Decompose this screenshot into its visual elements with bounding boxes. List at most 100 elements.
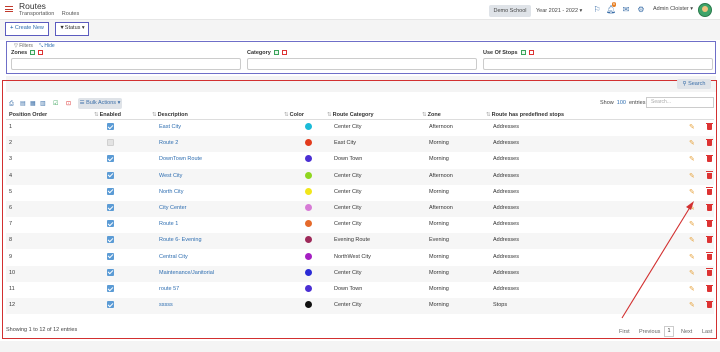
trash-icon[interactable] [706,219,713,228]
table-search-input[interactable]: Search... [646,97,714,108]
select-all-icon[interactable] [273,50,279,56]
description-link[interactable]: route 57 [159,286,179,293]
year-label: Year 2021 - 2022 [536,8,578,14]
bulk-actions-dropdown[interactable]: ☰ Bulk Actions ▾ [78,98,122,109]
description-link[interactable]: Central City [159,254,188,261]
edit-icon[interactable]: ✎ [689,139,695,147]
enabled-checkbox[interactable] [107,204,114,211]
column-header-stops[interactable]: ⇅Route has predefined stops [486,112,564,118]
color-swatch [305,268,312,276]
column-header-enabled[interactable]: ⇅Enabled [94,112,121,118]
zone-cell: Morning [429,286,449,292]
clear-icon[interactable] [281,50,287,56]
enabled-checkbox[interactable] [107,301,114,309]
avatar[interactable] [698,3,712,17]
edit-icon[interactable]: ✎ [689,285,695,293]
trash-icon[interactable] [706,187,713,195]
edit-icon[interactable]: ✎ [689,269,695,277]
enabled-checkbox[interactable] [107,171,114,179]
trash-icon[interactable] [706,268,713,276]
enabled-checkbox[interactable] [107,123,114,130]
description-link[interactable]: West City [159,173,182,180]
check-all-icon[interactable]: ☑ [53,101,59,107]
trash-icon[interactable] [706,138,713,147]
user-menu[interactable]: Admin Cloister ▾ [653,6,693,12]
trash-icon[interactable] [706,284,713,292]
csv-icon[interactable]: ▤ [20,101,26,107]
description-link[interactable]: City Center [159,205,187,212]
pagination-next[interactable]: Next [681,329,692,335]
edit-icon[interactable]: ✎ [689,253,695,261]
trash-icon[interactable] [706,122,713,130]
create-new-button[interactable]: + Create New [5,22,49,36]
enabled-checkbox[interactable] [107,285,114,292]
zones-select[interactable] [11,58,241,70]
column-header-color[interactable]: ⇅Color [284,112,304,118]
column-header-category[interactable]: ⇅Route Category [327,112,374,118]
trash-icon[interactable] [706,154,713,163]
description-link[interactable]: Maintenance/Janitorial [159,270,214,277]
select-all-icon[interactable] [520,50,526,56]
column-header-description[interactable]: ⇅Description [152,112,188,118]
pagination-previous[interactable]: Previous [639,329,660,335]
description-link[interactable]: Route 6- Evening [159,237,202,244]
enabled-checkbox[interactable] [107,252,114,260]
use-of-stops-select[interactable] [483,58,713,70]
enabled-checkbox[interactable] [107,236,114,244]
print-icon[interactable]: ⎙ [9,101,15,107]
status-filter-button[interactable]: ▼Status ▾ [55,22,89,36]
clear-icon[interactable] [528,50,534,56]
uncheck-all-icon[interactable]: ⊡ [66,101,72,107]
column-header-label: Description [157,112,188,118]
enabled-checkbox[interactable] [107,268,114,276]
enabled-checkbox[interactable] [107,139,114,147]
pagination-first[interactable]: First [619,329,630,335]
enabled-checkbox[interactable] [107,155,114,163]
trash-icon[interactable] [706,171,713,179]
description-link[interactable]: sssss [159,302,173,309]
description-link[interactable]: Route 1 [159,221,178,228]
edit-icon[interactable]: ✎ [689,204,695,212]
select-all-icon[interactable] [30,50,36,56]
settings-icon[interactable]: ⚙ [636,5,646,15]
position-cell: 4 [9,172,13,179]
breadcrumb-item[interactable]: Transportation [19,11,54,17]
menu-icon[interactable] [5,6,13,12]
clear-icon[interactable] [38,50,44,56]
column-header-zone[interactable]: ⇅Zone [422,112,441,118]
description-link[interactable]: East City [159,124,181,131]
pdf-icon[interactable]: ▥ [40,101,46,107]
trash-icon[interactable] [706,235,713,244]
bell-icon[interactable]: 🔔︎ 6 [606,2,616,15]
edit-icon[interactable]: ✎ [689,188,695,196]
pagination-current-page[interactable]: 1 [664,326,674,337]
description-link[interactable]: DownTown Route [159,156,202,163]
mail-icon[interactable]: ✉ [621,5,631,15]
color-swatch [305,139,312,147]
column-header-position[interactable]: Position Order [9,112,47,118]
page-size-control[interactable]: Show 100 entries [600,100,645,106]
enabled-checkbox[interactable] [107,220,114,228]
edit-icon[interactable]: ✎ [689,301,695,309]
description-link[interactable]: Route 2 [159,140,178,147]
year-selector[interactable]: Year 2021 - 2022 ▾ [536,5,586,17]
edit-icon[interactable]: ✎ [689,155,695,163]
edit-icon[interactable]: ✎ [689,123,695,131]
hide-filters-link[interactable]: ⤡ Hide [39,43,55,49]
excel-icon[interactable]: ▦ [30,101,36,107]
description-link[interactable]: North City [159,189,183,196]
enabled-checkbox[interactable] [107,187,114,195]
stops-cell: Addresses [493,172,519,179]
page-size-value[interactable]: 100 [617,100,626,106]
edit-icon[interactable]: ✎ [689,172,695,180]
pagination-last[interactable]: Last [702,329,712,335]
flag-icon[interactable]: ⚐ [592,5,602,15]
search-button[interactable]: ⚲ Search [677,79,711,89]
trash-icon[interactable] [706,203,713,211]
edit-icon[interactable]: ✎ [689,220,695,228]
school-selector[interactable]: Demo School [489,5,531,17]
trash-icon[interactable] [706,300,713,309]
edit-icon[interactable]: ✎ [689,236,695,244]
category-select[interactable] [247,58,477,70]
trash-icon[interactable] [706,252,713,260]
